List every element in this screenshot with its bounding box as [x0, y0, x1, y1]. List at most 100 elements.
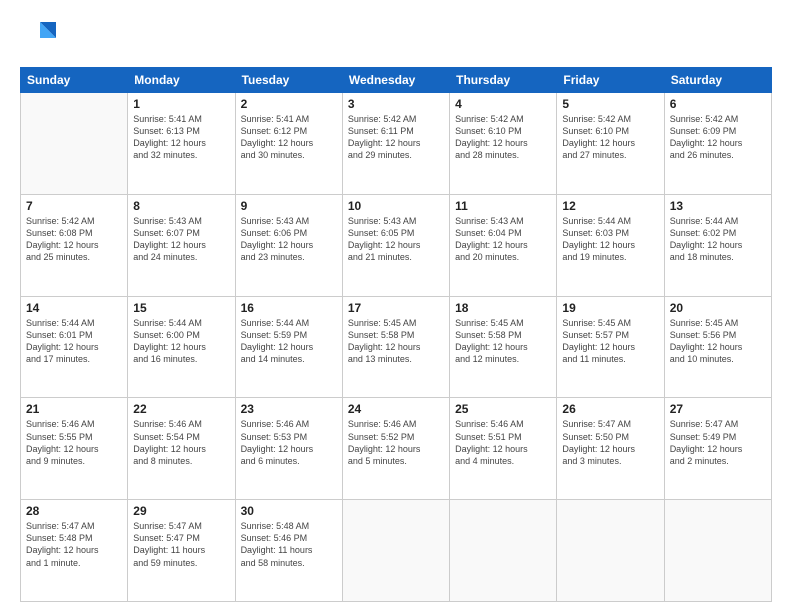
col-monday: Monday [128, 68, 235, 93]
calendar-week-row: 7 Sunrise: 5:42 AM Sunset: 6:08 PM Daylig… [21, 194, 772, 296]
table-row: 8 Sunrise: 5:43 AM Sunset: 6:07 PM Daylig… [128, 194, 235, 296]
table-row: 14 Sunrise: 5:44 AM Sunset: 6:01 PM Dayli… [21, 296, 128, 398]
day-info: Sunrise: 5:44 AM Sunset: 6:01 PM Dayligh… [26, 317, 122, 366]
table-row: 27Sunrise: 5:47 AM Sunset: 5:49 PM Dayli… [664, 398, 771, 500]
table-row: 18 Sunrise: 5:45 AM Sunset: 5:58 PM Dayli… [450, 296, 557, 398]
day-number: 14 [26, 301, 122, 315]
header [20, 18, 772, 59]
day-number: 9 [241, 199, 337, 213]
day-number: 7 [26, 199, 122, 213]
day-number: 6 [670, 97, 766, 111]
calendar-header-row: Sunday Monday Tuesday Wednesday Thursday… [21, 68, 772, 93]
day-number: 4 [455, 97, 551, 111]
day-info: Sunrise: 5:42 AM Sunset: 6:11 PM Dayligh… [348, 113, 444, 162]
table-row: 26 Sunrise: 5:47 AM Sunset: 5:50 PM Dayli… [557, 398, 664, 500]
day-info: Sunrise: 5:42 AM Sunset: 6:10 PM Dayligh… [562, 113, 658, 162]
col-thursday: Thursday [450, 68, 557, 93]
day-number: 2 [241, 97, 337, 111]
day-number: 29 [133, 504, 229, 518]
day-number: 25 [455, 402, 551, 416]
table-row: 19Sunrise: 5:45 AM Sunset: 5:57 PM Dayli… [557, 296, 664, 398]
day-number: 10 [348, 199, 444, 213]
table-row: 24 Sunrise: 5:46 AM Sunset: 5:52 PM Dayli… [342, 398, 449, 500]
day-number: 12 [562, 199, 658, 213]
day-number: 27 [670, 402, 766, 416]
table-row: 22Sunrise: 5:46 AM Sunset: 5:54 PM Dayli… [128, 398, 235, 500]
day-info: Sunrise: 5:42 AM Sunset: 6:10 PM Dayligh… [455, 113, 551, 162]
col-wednesday: Wednesday [342, 68, 449, 93]
day-number: 30 [241, 504, 337, 518]
table-row: 9Sunrise: 5:43 AM Sunset: 6:06 PM Daylig… [235, 194, 342, 296]
col-tuesday: Tuesday [235, 68, 342, 93]
day-info: Sunrise: 5:46 AM Sunset: 5:53 PM Dayligh… [241, 418, 337, 467]
table-row: 5Sunrise: 5:42 AM Sunset: 6:10 PM Daylig… [557, 93, 664, 195]
col-saturday: Saturday [664, 68, 771, 93]
day-info: Sunrise: 5:45 AM Sunset: 5:58 PM Dayligh… [348, 317, 444, 366]
day-info: Sunrise: 5:43 AM Sunset: 6:04 PM Dayligh… [455, 215, 551, 264]
table-row: 6 Sunrise: 5:42 AM Sunset: 6:09 PM Daylig… [664, 93, 771, 195]
day-info: Sunrise: 5:45 AM Sunset: 5:57 PM Dayligh… [562, 317, 658, 366]
table-row: 28Sunrise: 5:47 AM Sunset: 5:48 PM Dayli… [21, 500, 128, 602]
day-info: Sunrise: 5:47 AM Sunset: 5:47 PM Dayligh… [133, 520, 229, 569]
calendar-table: Sunday Monday Tuesday Wednesday Thursday… [20, 67, 772, 602]
day-info: Sunrise: 5:46 AM Sunset: 5:52 PM Dayligh… [348, 418, 444, 467]
table-row: 11 Sunrise: 5:43 AM Sunset: 6:04 PM Dayli… [450, 194, 557, 296]
table-row: 2 Sunrise: 5:41 AM Sunset: 6:12 PM Daylig… [235, 93, 342, 195]
day-number: 24 [348, 402, 444, 416]
table-row: 16 Sunrise: 5:44 AM Sunset: 5:59 PM Dayli… [235, 296, 342, 398]
table-row: 21 Sunrise: 5:46 AM Sunset: 5:55 PM Dayli… [21, 398, 128, 500]
day-info: Sunrise: 5:45 AM Sunset: 5:56 PM Dayligh… [670, 317, 766, 366]
day-info: Sunrise: 5:45 AM Sunset: 5:58 PM Dayligh… [455, 317, 551, 366]
day-info: Sunrise: 5:41 AM Sunset: 6:12 PM Dayligh… [241, 113, 337, 162]
day-number: 8 [133, 199, 229, 213]
day-number: 26 [562, 402, 658, 416]
logo-icon [20, 18, 56, 54]
col-sunday: Sunday [21, 68, 128, 93]
col-friday: Friday [557, 68, 664, 93]
day-number: 11 [455, 199, 551, 213]
day-info: Sunrise: 5:46 AM Sunset: 5:51 PM Dayligh… [455, 418, 551, 467]
day-number: 13 [670, 199, 766, 213]
day-info: Sunrise: 5:42 AM Sunset: 6:09 PM Dayligh… [670, 113, 766, 162]
table-row: 20Sunrise: 5:45 AM Sunset: 5:56 PM Dayli… [664, 296, 771, 398]
day-info: Sunrise: 5:44 AM Sunset: 6:00 PM Dayligh… [133, 317, 229, 366]
table-row [557, 500, 664, 602]
table-row: 23 Sunrise: 5:46 AM Sunset: 5:53 PM Dayli… [235, 398, 342, 500]
day-number: 23 [241, 402, 337, 416]
day-number: 1 [133, 97, 229, 111]
day-info: Sunrise: 5:48 AM Sunset: 5:46 PM Dayligh… [241, 520, 337, 569]
table-row [664, 500, 771, 602]
table-row [450, 500, 557, 602]
table-row: 1 Sunrise: 5:41 AM Sunset: 6:13 PM Daylig… [128, 93, 235, 195]
day-info: Sunrise: 5:44 AM Sunset: 5:59 PM Dayligh… [241, 317, 337, 366]
table-row: 25 Sunrise: 5:46 AM Sunset: 5:51 PM Dayli… [450, 398, 557, 500]
table-row: 15Sunrise: 5:44 AM Sunset: 6:00 PM Dayli… [128, 296, 235, 398]
day-info: Sunrise: 5:41 AM Sunset: 6:13 PM Dayligh… [133, 113, 229, 162]
day-number: 16 [241, 301, 337, 315]
day-number: 21 [26, 402, 122, 416]
calendar-week-row: 28Sunrise: 5:47 AM Sunset: 5:48 PM Dayli… [21, 500, 772, 602]
table-row: 13 Sunrise: 5:44 AM Sunset: 6:02 PM Dayli… [664, 194, 771, 296]
day-number: 22 [133, 402, 229, 416]
table-row: 10 Sunrise: 5:43 AM Sunset: 6:05 PM Dayli… [342, 194, 449, 296]
day-info: Sunrise: 5:42 AM Sunset: 6:08 PM Dayligh… [26, 215, 122, 264]
day-number: 3 [348, 97, 444, 111]
day-number: 28 [26, 504, 122, 518]
day-info: Sunrise: 5:46 AM Sunset: 5:55 PM Dayligh… [26, 418, 122, 467]
table-row [342, 500, 449, 602]
day-info: Sunrise: 5:43 AM Sunset: 6:07 PM Dayligh… [133, 215, 229, 264]
table-row: 30 Sunrise: 5:48 AM Sunset: 5:46 PM Dayli… [235, 500, 342, 602]
table-row: 7 Sunrise: 5:42 AM Sunset: 6:08 PM Daylig… [21, 194, 128, 296]
table-row: 4 Sunrise: 5:42 AM Sunset: 6:10 PM Daylig… [450, 93, 557, 195]
day-info: Sunrise: 5:44 AM Sunset: 6:02 PM Dayligh… [670, 215, 766, 264]
day-info: Sunrise: 5:43 AM Sunset: 6:05 PM Dayligh… [348, 215, 444, 264]
table-row: 12 Sunrise: 5:44 AM Sunset: 6:03 PM Dayli… [557, 194, 664, 296]
calendar-week-row: 14 Sunrise: 5:44 AM Sunset: 6:01 PM Dayli… [21, 296, 772, 398]
page: Sunday Monday Tuesday Wednesday Thursday… [0, 0, 792, 612]
day-info: Sunrise: 5:47 AM Sunset: 5:50 PM Dayligh… [562, 418, 658, 467]
day-info: Sunrise: 5:44 AM Sunset: 6:03 PM Dayligh… [562, 215, 658, 264]
logo [20, 18, 56, 59]
day-number: 18 [455, 301, 551, 315]
calendar-week-row: 1 Sunrise: 5:41 AM Sunset: 6:13 PM Daylig… [21, 93, 772, 195]
day-number: 17 [348, 301, 444, 315]
